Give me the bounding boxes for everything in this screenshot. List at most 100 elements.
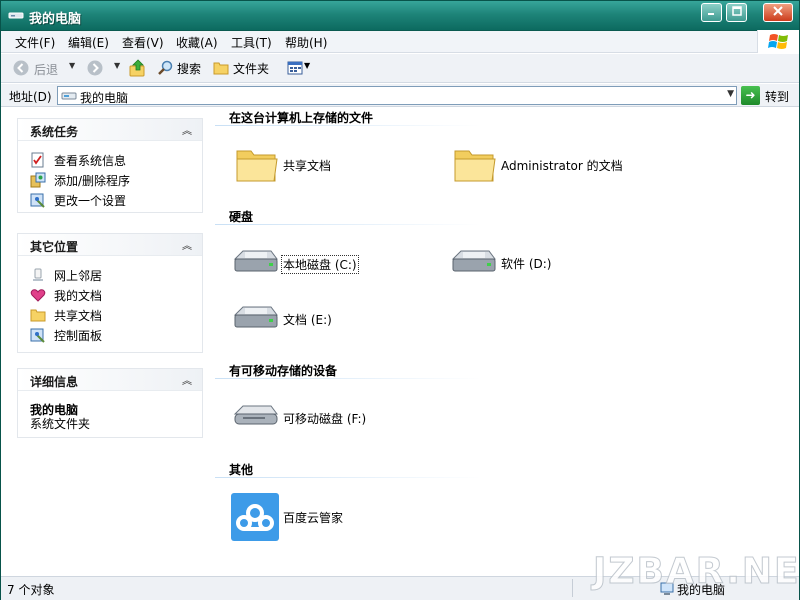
network-icon: [33, 268, 43, 281]
item-label: 可移动磁盘 (F:): [283, 412, 367, 426]
task-label: 更改一个设置: [54, 194, 127, 208]
status-object-count: 7 个对象: [7, 583, 55, 597]
forward-dropdown-icon[interactable]: ▼: [114, 61, 120, 70]
back-label: 后退: [34, 63, 59, 77]
close-button[interactable]: [763, 3, 793, 22]
details-header[interactable]: 详细信息 ︽: [18, 369, 202, 391]
details-description: 系统文件夹: [30, 417, 91, 431]
baidu-cloud-icon: [231, 493, 279, 541]
search-label: 搜索: [177, 62, 202, 76]
item-admin-documents[interactable]: Administrator 的文档: [451, 141, 711, 189]
hard-drive-icon: [233, 306, 278, 328]
address-input[interactable]: 我的电脑 ▼: [57, 86, 737, 105]
control-panel-icon: [30, 328, 45, 343]
add-remove-programs-icon: [30, 172, 46, 188]
up-button[interactable]: [129, 59, 147, 77]
system-tasks-panel: 系统任务 ︽ 查看系统信息 添加/删除程序 更改一个设置: [17, 118, 203, 213]
go-label: 转到: [765, 90, 790, 104]
collapse-chevron-icon[interactable]: ︽: [182, 237, 192, 252]
item-drive-d[interactable]: 软件 (D:): [449, 239, 659, 287]
item-label: 共享文档: [283, 159, 332, 173]
minimize-icon: [707, 13, 714, 15]
search-button[interactable]: 搜索: [157, 59, 207, 77]
place-label: 共享文档: [54, 309, 103, 323]
maximize-button[interactable]: [726, 3, 747, 22]
task-label: 添加/删除程序: [54, 174, 131, 188]
group-divider: [215, 224, 481, 225]
status-divider: [572, 579, 573, 597]
other-places-panel: 其它位置 ︽ 网上邻居 我的文档 共享文档 控制面板: [17, 233, 203, 353]
toolbar: 后退 ▼ ▼ 搜索 文件夹 ▼: [1, 54, 799, 83]
address-dropdown-icon[interactable]: ▼: [727, 89, 734, 99]
up-folder-icon: [129, 59, 145, 77]
task-pane: 系统任务 ︽ 查看系统信息 添加/删除程序 更改一个设置 其它位置 ︽ 网上邻居…: [1, 108, 213, 576]
item-label: Administrator 的文档: [501, 159, 623, 173]
group-title-files: 在这台计算机上存储的文件: [229, 111, 374, 125]
computer-icon: [8, 12, 24, 19]
go-button[interactable]: ➜ 转到: [741, 86, 797, 105]
close-icon: [773, 6, 783, 16]
hard-drive-icon: [451, 250, 496, 272]
views-dropdown-icon: ▼: [304, 61, 311, 70]
collapse-chevron-icon[interactable]: ︽: [182, 372, 192, 387]
item-removable-f[interactable]: 可移动磁盘 (F:): [231, 394, 441, 442]
system-tasks-title: 系统任务: [30, 125, 79, 139]
menu-file[interactable]: 文件(F): [15, 34, 55, 51]
folder-icon: [454, 150, 496, 182]
group-divider: [215, 378, 481, 379]
menu-tools[interactable]: 工具(T): [231, 34, 272, 51]
address-bar: 地址(D) 我的电脑 ▼ ➜ 转到: [1, 84, 799, 107]
place-label: 控制面板: [54, 329, 103, 343]
my-documents-icon: [30, 289, 46, 302]
hard-drive-icon: [233, 250, 278, 272]
views-button[interactable]: ▼: [287, 59, 311, 77]
address-label: 地址(D): [9, 90, 52, 104]
other-places-header[interactable]: 其它位置 ︽: [18, 234, 202, 256]
collapse-chevron-icon[interactable]: ︽: [182, 122, 192, 137]
task-label: 查看系统信息: [54, 154, 127, 168]
address-value: 我的电脑: [80, 91, 129, 105]
menu-favorites[interactable]: 收藏(A): [176, 34, 218, 51]
title-bar[interactable]: 我的电脑: [1, 1, 799, 31]
folders-button[interactable]: 文件夹: [213, 59, 273, 77]
menu-view[interactable]: 查看(V): [122, 34, 164, 51]
folder-icon: [30, 309, 46, 322]
item-shared-documents[interactable]: 共享文档: [233, 141, 443, 189]
minimize-button[interactable]: [701, 3, 722, 22]
place-label: 我的文档: [54, 289, 103, 303]
group-title-removable: 有可移动存储的设备: [229, 364, 338, 378]
removable-drive-icon: [233, 405, 278, 425]
forward-button[interactable]: [87, 60, 103, 76]
system-tasks-header[interactable]: 系统任务 ︽: [18, 119, 202, 141]
group-divider: [215, 477, 481, 478]
item-drive-e[interactable]: 文档 (E:): [231, 295, 441, 343]
group-divider: [215, 125, 481, 126]
window-title: 我的电脑: [29, 12, 82, 27]
maximize-icon: [731, 6, 742, 16]
item-label: 百度云管家: [283, 511, 344, 525]
explorer-window: 我的电脑 文件(F) 编辑(E) 查看(V) 收藏(A) 工具(T) 帮助(H)…: [0, 0, 800, 600]
folder-icon: [213, 62, 229, 75]
control-panel-icon: [30, 193, 45, 208]
item-baidu-cloud[interactable]: 百度云管家: [231, 493, 441, 541]
menu-help[interactable]: 帮助(H): [285, 34, 327, 51]
item-drive-c[interactable]: 本地磁盘 (C:): [231, 239, 441, 287]
group-title-drives: 硬盘: [229, 210, 254, 224]
other-places-title: 其它位置: [30, 240, 79, 254]
computer-icon: [61, 92, 77, 100]
system-info-icon: [31, 152, 44, 168]
item-label: 软件 (D:): [501, 257, 552, 271]
views-icon: [287, 61, 303, 75]
menu-bar: 文件(F) 编辑(E) 查看(V) 收藏(A) 工具(T) 帮助(H): [1, 31, 799, 53]
details-panel: 详细信息 ︽ 我的电脑 系统文件夹: [17, 368, 203, 438]
item-label: 本地磁盘 (C:): [281, 255, 359, 274]
place-label: 网上邻居: [54, 269, 103, 283]
windows-flag-icon: [768, 34, 788, 49]
group-title-other: 其他: [229, 463, 254, 477]
item-label: 文档 (E:): [283, 313, 332, 327]
details-title: 详细信息: [30, 375, 79, 389]
go-arrow-icon: ➜: [741, 86, 760, 105]
folders-label: 文件夹: [233, 62, 270, 76]
back-dropdown-icon[interactable]: ▼: [69, 61, 75, 70]
menu-edit[interactable]: 编辑(E): [68, 34, 109, 51]
